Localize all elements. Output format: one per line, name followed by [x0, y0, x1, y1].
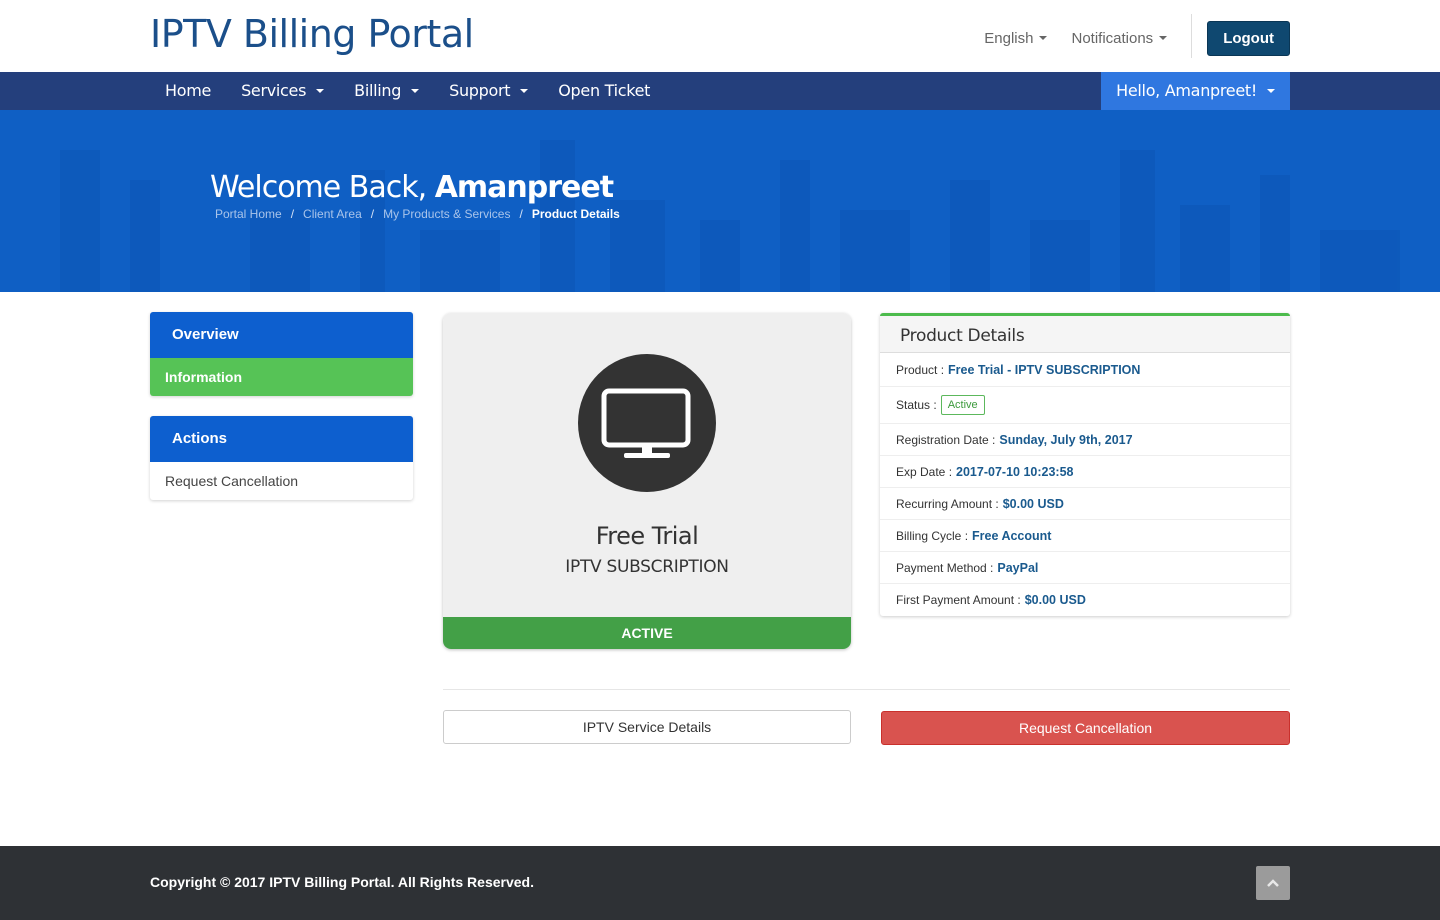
nav-item-support[interactable]: Support — [434, 72, 543, 110]
caret-down-icon — [1039, 36, 1048, 40]
actions-panel-title: Actions — [150, 416, 413, 462]
breadcrumb: Portal Home / Client Area / My Products … — [215, 207, 620, 221]
monitor-icon — [578, 354, 716, 492]
main-navbar: Home Services Billing Support Open Ticke… — [0, 72, 1440, 110]
product-status-bar: ACTIVE — [443, 617, 851, 649]
detail-row-exp-date: Exp Date : 2017-07-10 10:23:58 — [880, 456, 1290, 488]
status-badge: Active — [940, 395, 985, 415]
overview-panel-title: Overview — [150, 312, 413, 358]
breadcrumb-current: Product Details — [531, 207, 620, 221]
logout-button[interactable]: Logout — [1207, 20, 1290, 56]
header-divider — [1191, 14, 1193, 58]
monitor-icon-svg — [601, 388, 691, 458]
detail-row-registration-date: Registration Date : Sunday, July 9th, 20… — [880, 424, 1290, 456]
detail-row-status: Status : Active — [880, 387, 1290, 424]
user-greeting: Hello, Amanpreet! — [1116, 81, 1257, 100]
user-menu-dropdown[interactable]: Hello, Amanpreet! — [1101, 72, 1290, 110]
detail-value: PayPal — [997, 560, 1039, 575]
detail-value: Free Account — [972, 528, 1052, 543]
welcome-username: Amanpreet — [434, 170, 614, 205]
detail-value: $0.00 USD — [1002, 496, 1064, 511]
back-to-top-button[interactable] — [1256, 866, 1290, 900]
detail-label: Status : — [896, 398, 937, 412]
sidebar-overview-panel: Overview Information — [150, 312, 413, 396]
detail-label: Payment Method : — [896, 560, 994, 575]
nav-items: Home Services Billing Support Open Ticke… — [150, 72, 665, 110]
brand-logo[interactable]: IPTV Billing Portal — [150, 12, 474, 56]
breadcrumb-portal-home[interactable]: Portal Home — [215, 207, 282, 221]
breadcrumb-separator: / — [519, 207, 523, 221]
notifications-dropdown[interactable]: Notifications — [1071, 29, 1168, 47]
product-group: IPTV SUBSCRIPTION — [565, 557, 729, 577]
content-divider — [443, 689, 1290, 690]
detail-value: Free Trial - IPTV SUBSCRIPTION — [948, 362, 1141, 377]
request-cancellation-button[interactable]: Request Cancellation — [881, 711, 1290, 745]
nav-item-open-ticket[interactable]: Open Ticket — [543, 72, 665, 110]
caret-down-icon — [520, 89, 529, 93]
detail-row-payment-method: Payment Method : PayPal — [880, 552, 1290, 584]
detail-label: Recurring Amount : — [896, 496, 999, 511]
nav-label: Home — [165, 81, 212, 100]
detail-label: First Payment Amount : — [896, 593, 1021, 607]
caret-down-icon — [1267, 89, 1275, 93]
product-card: Free Trial IPTV SUBSCRIPTION ACTIVE — [443, 313, 851, 649]
footer: Copyright © 2017 IPTV Billing Portal. Al… — [0, 846, 1440, 920]
hero-banner: Welcome Back, Amanpreet Portal Home / Cl… — [0, 110, 1440, 292]
nav-item-billing[interactable]: Billing — [339, 72, 434, 110]
nav-label: Services — [241, 81, 307, 100]
language-dropdown[interactable]: English — [984, 29, 1048, 47]
detail-value: Sunday, July 9th, 2017 — [999, 432, 1133, 447]
detail-label: Exp Date : — [896, 464, 953, 479]
nav-label: Billing — [354, 81, 402, 100]
breadcrumb-client-area[interactable]: Client Area — [303, 207, 362, 221]
caret-down-icon — [316, 89, 325, 93]
breadcrumb-separator: / — [370, 207, 375, 221]
sidebar-item-information[interactable]: Information — [150, 358, 413, 396]
welcome-text: Welcome Back, — [210, 170, 427, 205]
detail-label: Billing Cycle : — [896, 528, 969, 543]
breadcrumb-separator: / — [290, 207, 295, 221]
sidebar-actions-panel: Actions Request Cancellation — [150, 416, 413, 500]
nav-label: Open Ticket — [558, 81, 651, 100]
nav-item-services[interactable]: Services — [226, 72, 339, 110]
detail-label: Product : — [896, 362, 945, 377]
notifications-label: Notifications — [1071, 29, 1154, 47]
product-name: Free Trial — [595, 522, 699, 550]
detail-row-billing-cycle: Billing Cycle : Free Account — [880, 520, 1290, 552]
chevron-up-icon — [1267, 879, 1279, 887]
product-card-body: Free Trial IPTV SUBSCRIPTION — [443, 313, 851, 617]
detail-label: Registration Date : — [896, 432, 996, 447]
product-details-panel: Product Details Product : Free Trial - I… — [880, 313, 1290, 616]
copyright-text: Copyright © 2017 IPTV Billing Portal. Al… — [150, 874, 534, 890]
detail-value: $0.00 USD — [1024, 593, 1086, 607]
top-links: English Notifications Logout — [984, 14, 1290, 58]
nav-label: Support — [449, 81, 511, 100]
detail-row-recurring-amount: Recurring Amount : $0.00 USD — [880, 488, 1290, 520]
caret-down-icon — [411, 89, 420, 93]
detail-value: 2017-07-10 10:23:58 — [956, 464, 1074, 479]
product-details-title: Product Details — [880, 316, 1290, 353]
sidebar-item-request-cancellation[interactable]: Request Cancellation — [150, 462, 413, 500]
language-label: English — [984, 29, 1034, 47]
iptv-service-details-button[interactable]: IPTV Service Details — [443, 710, 851, 744]
top-header: IPTV Billing Portal English Notification… — [0, 0, 1440, 72]
caret-down-icon — [1159, 36, 1168, 40]
breadcrumb-my-products[interactable]: My Products & Services — [383, 207, 510, 221]
detail-row-product: Product : Free Trial - IPTV SUBSCRIPTION — [880, 353, 1290, 387]
welcome-title: Welcome Back, Amanpreet — [210, 170, 614, 205]
nav-item-home[interactable]: Home — [150, 72, 226, 110]
detail-row-first-payment-amount: First Payment Amount : $0.00 USD — [880, 584, 1290, 616]
